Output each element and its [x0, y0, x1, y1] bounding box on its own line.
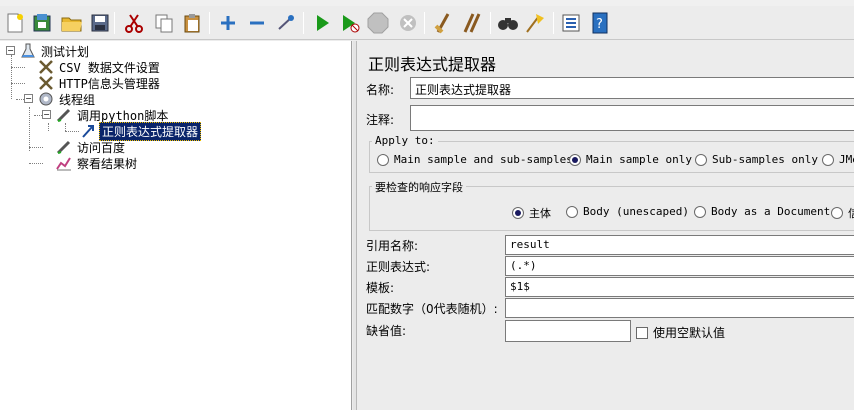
radio-button [377, 153, 389, 166]
shutdown-icon[interactable] [396, 11, 420, 35]
match-no-input[interactable] [505, 298, 854, 318]
collapse-icon[interactable] [245, 11, 269, 35]
start-icon[interactable] [310, 11, 334, 35]
search-icon[interactable] [496, 11, 520, 35]
radio-info-headers[interactable]: 信 [831, 205, 854, 221]
radio-sub-only[interactable]: Sub-samples only [695, 153, 818, 166]
test-plan-tree: − 测试计划 CSV 数据文件设置 HTTP信息头管理器 − 线程组 − 调用p… [0, 41, 352, 410]
pencil-icon [56, 107, 72, 123]
tree-node-label: 访问百度 [77, 140, 126, 155]
name-input[interactable]: 正则表达式提取器 [410, 77, 854, 99]
ref-name-label: 引用名称: [366, 239, 419, 253]
expand-icon[interactable] [216, 11, 240, 35]
tree-node-test-plan[interactable]: 测试计划 [20, 43, 91, 59]
match-no-label: 匹配数字（0代表随机）: [366, 302, 498, 316]
radio-body-as-document[interactable]: Body as a Document [694, 205, 830, 218]
panel-title: 正则表达式提取器 [368, 55, 497, 74]
radio-button [695, 153, 707, 166]
svg-text:?: ? [596, 17, 603, 32]
regex-input[interactable]: (.*) [505, 256, 854, 276]
field-to-check-title: 要检查的响应字段 [372, 179, 466, 195]
collapse-toggle[interactable]: − [6, 46, 15, 55]
radio-label: JMe [839, 153, 854, 166]
default-value-input[interactable] [505, 320, 631, 342]
split-pane-divider[interactable] [353, 41, 357, 410]
template-input[interactable]: $1$ [505, 277, 854, 297]
pencil-icon [56, 139, 72, 155]
radio-body-unescaped[interactable]: Body (unescaped) [566, 205, 689, 218]
start-no-pause-icon[interactable] [338, 11, 362, 35]
help-icon[interactable]: ? [588, 11, 612, 35]
radio-label: 主体 [529, 207, 551, 220]
test-plan-icon [20, 43, 36, 59]
checkbox-label: 使用空默认值 [653, 326, 726, 340]
copy-icon[interactable] [152, 11, 176, 35]
radio-label: 信 [848, 207, 854, 220]
open-icon[interactable] [60, 11, 84, 35]
tree-node-thread-group[interactable]: 线程组 [38, 91, 97, 107]
toolbar: ? [0, 6, 854, 40]
gear-icon [38, 91, 54, 107]
extractor-config-panel: 正则表达式提取器 名称: 正则表达式提取器 注释: Apply to: Main… [358, 41, 854, 410]
tree-node-label: CSV 数据文件设置 [59, 60, 160, 75]
comment-input[interactable] [410, 105, 854, 131]
tree-node-regex-extractor[interactable]: 正则表达式提取器 [80, 121, 202, 141]
clear-icon[interactable] [432, 11, 456, 35]
collapse-toggle[interactable]: − [42, 110, 51, 119]
ref-name-input[interactable]: result [505, 235, 854, 255]
toggle-icon[interactable] [274, 11, 298, 35]
new-icon[interactable] [3, 11, 27, 35]
arrow-icon [80, 123, 96, 139]
paste-icon[interactable] [181, 11, 205, 35]
radio-button [694, 205, 706, 218]
template-label: 模板: [366, 281, 395, 295]
function-helper-icon[interactable] [559, 11, 583, 35]
tree-node-label: 测试计划 [41, 44, 90, 59]
radio-label: Sub-samples only [712, 153, 818, 166]
radio-label: Main sample and sub-samples [394, 153, 573, 166]
radio-main-and-sub[interactable]: Main sample and sub-samples [377, 153, 573, 166]
save-icon[interactable] [88, 11, 112, 35]
radio-button [566, 205, 578, 218]
tree-node-visit[interactable]: 访问百度 [56, 139, 127, 155]
radio-button [569, 153, 581, 166]
tree-node-label: HTTP信息头管理器 [59, 76, 160, 91]
radio-label: Main sample only [586, 153, 692, 166]
radio-body[interactable]: 主体 [512, 205, 551, 221]
radio-jmeter-variable[interactable]: JMe [822, 153, 854, 166]
wrench-icon [38, 75, 54, 91]
cut-icon[interactable] [122, 11, 146, 35]
chart-icon [56, 155, 72, 171]
stop-icon[interactable] [366, 11, 390, 35]
tree-node-csv[interactable]: CSV 数据文件设置 [38, 59, 162, 75]
default-value-label: 缺省值: [366, 324, 407, 338]
clear-all-icon[interactable] [460, 11, 484, 35]
radio-main-only[interactable]: Main sample only [569, 153, 692, 166]
tree-node-http-header[interactable]: HTTP信息头管理器 [38, 75, 162, 91]
radio-label: Body as a Document [711, 205, 831, 218]
name-label: 名称: [366, 83, 395, 97]
wrench-icon [38, 59, 54, 75]
regex-label: 正则表达式: [366, 260, 431, 274]
tree-node-label: 线程组 [59, 92, 96, 107]
collapse-toggle[interactable]: − [24, 94, 33, 103]
radio-button [831, 207, 843, 219]
apply-to-title: Apply to: [372, 134, 438, 147]
tree-node-result-tree[interactable]: 察看结果树 [56, 155, 139, 171]
templates-icon[interactable] [30, 11, 54, 35]
checkbox-box [636, 326, 648, 339]
radio-label: Body (unescaped) [583, 205, 689, 218]
use-empty-default-checkbox[interactable]: 使用空默认值 [636, 324, 725, 341]
radio-button [822, 153, 834, 166]
radio-button [512, 207, 524, 219]
comment-label: 注释: [366, 113, 395, 127]
reset-search-icon[interactable] [523, 11, 547, 35]
tree-node-label: 察看结果树 [77, 156, 138, 171]
